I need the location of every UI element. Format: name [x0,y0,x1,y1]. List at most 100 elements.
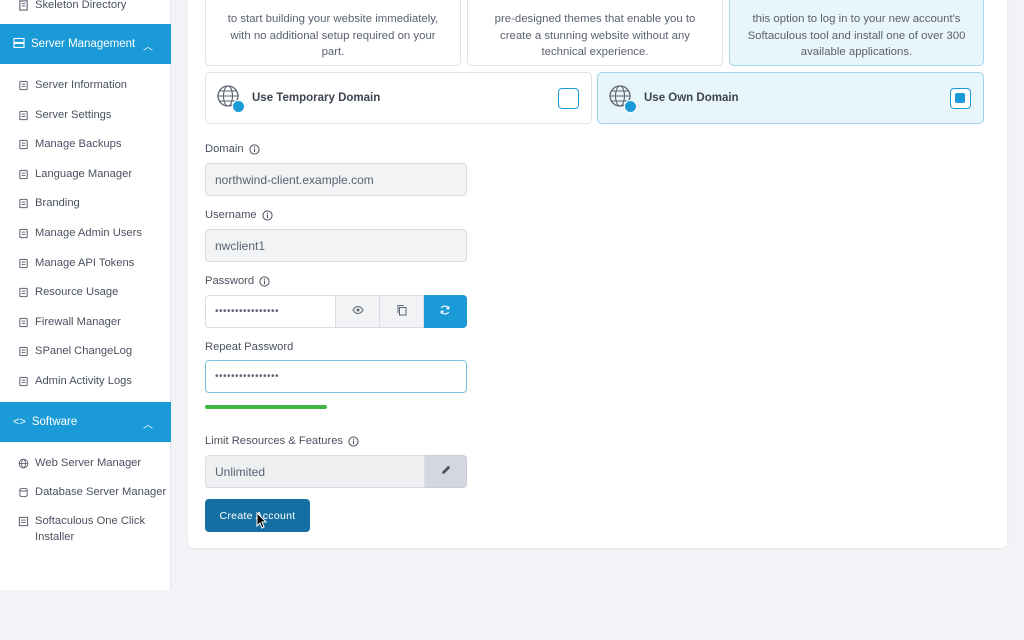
repeat-password-value: •••••••••••••••• [215,371,280,382]
sidebar-item-firewall-manager[interactable]: Firewall Manager [18,311,121,333]
sidebar-item-label: Server Information [35,79,128,91]
translate-icon [18,169,29,180]
sidebar-item-skeleton-directory[interactable]: Skeleton Directory [18,0,126,16]
sidebar-item-label: Branding [35,197,80,209]
edit-limits-button[interactable] [425,455,467,488]
sidebar-item-manage-backups[interactable]: Manage Backups [18,133,121,155]
limit-label: Limit Resources & Features [205,435,344,447]
pencil-icon [440,463,452,481]
option-card-text: this option to log in to your new accoun… [747,13,966,58]
status-badge-icon [232,100,245,113]
info-icon[interactable] [262,209,273,221]
own-domain-checkbox[interactable] [950,88,971,109]
username-label-row: Username [205,209,273,221]
option-card-text: to start building your website immediate… [227,13,439,58]
sidebar-item-label: Skeleton Directory [35,0,127,11]
show-password-button[interactable] [336,295,380,328]
history-icon [18,346,29,357]
sidebar-item-label: Resource Usage [35,286,119,298]
settings-icon [18,110,29,121]
sidebar-item-label: Server Settings [35,109,112,121]
sidebar-item-manage-admin-users[interactable]: Manage Admin Users [18,222,142,244]
password-label: Password [205,275,255,287]
temporary-domain-label: Use Temporary Domain [252,92,381,104]
sidebar-item-label: Manage API Tokens [35,257,135,269]
own-domain-option[interactable]: Use Own Domain [597,72,984,124]
limit-value: Unlimited [215,464,266,479]
repeat-password-label: Repeat Password [205,341,294,353]
copy-icon [396,303,408,321]
username-value: nwclient1 [215,238,266,253]
username-field[interactable]: nwclient1 [205,229,467,262]
sidebar-item-label: Manage Admin Users [35,227,142,239]
limit-resources-field[interactable]: Unlimited [205,455,425,488]
sidebar-item-database-server-manager[interactable]: Database Server Manager [18,481,166,503]
sidebar-item-server-settings[interactable]: Server Settings [18,104,111,126]
history-icon [18,139,29,150]
password-field[interactable]: •••••••••••••••• [205,295,336,328]
domain-value: northwind-client.example.com [215,172,374,187]
eye-icon [351,303,364,321]
sidebar-item-label: Admin Activity Logs [35,375,132,387]
shield-icon [18,317,29,328]
limit-resources-group: Unlimited [205,455,467,488]
own-domain-label: Use Own Domain [644,92,739,104]
chevron-up-icon: ︿ [143,42,153,53]
sidebar-section-label: Server Management [31,38,136,50]
repeat-password-field[interactable]: •••••••••••••••• [205,360,467,393]
password-label-row: Password [205,275,270,287]
domain-field[interactable]: northwind-client.example.com [205,163,467,196]
username-label: Username [205,209,257,221]
sidebar-section-software[interactable]: <> Software ︿ [0,402,171,442]
domain-label-row: Domain [205,143,260,155]
server-icon [13,37,25,52]
sidebar-section-server-management[interactable]: Server Management ︿ [0,24,171,64]
document-icon [18,80,29,91]
repeat-password-label-row: Repeat Password [205,341,293,353]
copy-password-button[interactable] [380,295,424,328]
sidebar-item-label: Softaculous One Click Installer [35,515,146,543]
sidebar-item-manage-api-tokens[interactable]: Manage API Tokens [18,252,134,274]
sidebar-item-label: Language Manager [35,168,133,180]
temporary-domain-option[interactable]: Use Temporary Domain [205,72,592,124]
document-icon [18,0,29,11]
sidebar-item-label: Database Server Manager [35,486,167,498]
option-card-softaculous[interactable]: this option to log in to your new accoun… [729,0,984,66]
sidebar-item-web-server-manager[interactable]: Web Server Manager [18,452,141,474]
option-card-text: pre-designed themes that enable you to c… [494,13,696,58]
info-icon[interactable] [259,275,270,287]
sidebar-item-resource-usage[interactable]: Resource Usage [18,281,118,303]
sidebar-item-label: Web Server Manager [35,457,142,469]
option-card-themes[interactable]: pre-designed themes that enable you to c… [467,0,723,66]
sidebar-item-label: SPanel ChangeLog [35,345,133,357]
code-icon: <> [13,416,26,428]
info-icon[interactable] [248,143,260,155]
generate-password-button[interactable] [424,295,467,328]
option-card-quick-start[interactable]: to start building your website immediate… [205,0,461,66]
sidebar-item-label: Firewall Manager [35,316,121,328]
sidebar-section-label: Software [31,416,78,428]
password-value: •••••••••••••••• [215,306,280,317]
sidebar-item-admin-activity-logs[interactable]: Admin Activity Logs [18,370,132,392]
globe-icon [216,84,245,113]
installer-icon [18,516,29,527]
temporary-domain-checkbox[interactable] [558,88,579,109]
refresh-icon [439,303,451,321]
sidebar-item-softaculous[interactable]: Softaculous One Click Installer [18,513,158,545]
mouse-cursor-icon [256,512,268,529]
globe-user-icon [608,84,637,113]
user-badge-icon [624,100,637,113]
chevron-up-icon: ︿ [143,420,153,431]
info-icon[interactable] [348,435,359,447]
password-strength-bar [205,405,327,409]
sidebar: Skeleton Directory Server Management ︿ S… [0,0,171,590]
branding-icon [18,198,29,209]
api-icon [18,258,29,269]
sidebar-item-label: Manage Backups [35,138,122,150]
password-group: •••••••••••••••• [205,295,467,328]
sidebar-item-spanel-changelog[interactable]: SPanel ChangeLog [18,340,132,362]
sidebar-item-server-information[interactable]: Server Information [18,74,127,96]
gauge-icon [18,287,29,298]
sidebar-item-language-manager[interactable]: Language Manager [18,163,132,185]
sidebar-item-branding[interactable]: Branding [18,192,80,214]
